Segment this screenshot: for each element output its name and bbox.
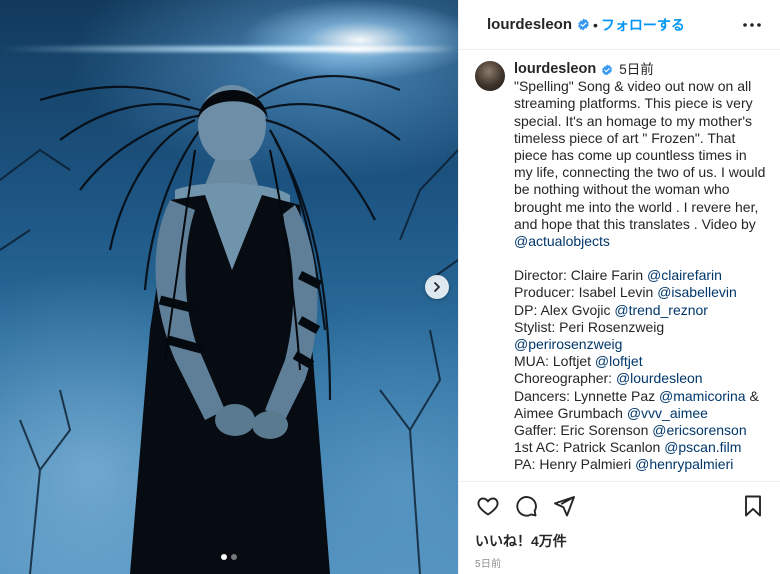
credit-label: 1st AC: Patrick Scanlon (514, 439, 665, 456)
share-button[interactable] (551, 493, 577, 519)
verified-badge-icon (578, 18, 589, 31)
follow-button[interactable]: フォローする (601, 15, 685, 35)
credit-label: Choreographer: (514, 370, 616, 387)
carousel-dot-active (221, 554, 227, 560)
comment-button[interactable] (513, 493, 539, 519)
credit-label: Director: Claire Farin (514, 267, 648, 284)
post-actions: いいね！4万件 5日前 (459, 481, 780, 574)
credit-line: Director: Claire Farin @clairefarin (514, 267, 768, 284)
caption: lourdesleon 5日前 "Spelling" Song & video … (514, 61, 768, 481)
credit-line: Producer: Isabel Levin @isabellevin (514, 284, 768, 301)
header-username-link[interactable]: lourdesleon (487, 16, 572, 33)
credit-label: Producer: Isabel Levin (514, 284, 658, 301)
mention-link[interactable]: @actualobjects (514, 233, 610, 249)
mention-link[interactable]: @clairefarin (647, 267, 722, 283)
comment-icon (516, 496, 537, 517)
caption-main-text: "Spelling" Song & video out now on all s… (514, 78, 768, 250)
credit-label: MUA: Loftjet (514, 353, 595, 370)
post-media[interactable] (0, 0, 458, 574)
mention-link[interactable]: @lourdesleon (616, 370, 703, 386)
credit-line: Choreographer: @lourdesleon (514, 370, 768, 387)
mention-link[interactable]: @henrypalmieri (635, 456, 733, 472)
mention-link[interactable]: @pscan.film (664, 439, 741, 455)
verified-badge-icon (602, 64, 613, 76)
likes-count[interactable]: いいね！4万件 (475, 531, 766, 551)
mention-link[interactable]: @loftjet (595, 353, 643, 369)
carousel-indicator (0, 554, 458, 560)
credit-line: PA: Henry Palmieri @henrypalmieri (514, 456, 768, 473)
credit-line: DP: Alex Gvojic @trend_reznor (514, 302, 768, 319)
mention-link[interactable]: @ericsorenson (652, 422, 746, 438)
credit-line: 1st AC: Patrick Scanlon @pscan.film (514, 439, 768, 456)
credit-line: MUA: Loftjet @loftjet (514, 353, 768, 370)
action-icons-row (475, 492, 766, 520)
more-options-button[interactable] (738, 11, 766, 39)
post-date: 5日前 (475, 559, 502, 570)
chevron-right-icon (434, 282, 440, 292)
caption-timestamp: 5日前 (619, 62, 654, 77)
mention-link[interactable]: @trend_reznor (614, 302, 708, 318)
next-slide-button[interactable] (425, 275, 449, 299)
mention-link[interactable]: @mamicorina (659, 388, 746, 404)
credit-line: Dancers: Lynnette Paz @mamicorina & Aime… (514, 388, 768, 422)
caption-header: lourdesleon 5日前 (514, 61, 768, 78)
credit-label: Stylist: Peri Rosenzweig (514, 318, 665, 335)
video-still-figure (0, 74, 458, 574)
post-side-panel: lourdesleon • フォローする lourdesleon 5日前 "Sp… (458, 0, 780, 574)
credit-label: Dancers: Lynnette Paz (514, 387, 660, 404)
credit-label: PA: Henry Palmieri (514, 456, 636, 473)
save-button[interactable] (740, 493, 766, 519)
more-horizontal-icon (743, 22, 761, 27)
post-header: lourdesleon • フォローする (459, 0, 780, 50)
mention-link[interactable]: @perirosenzweig (514, 336, 622, 352)
caption-body: "Spelling" Song & video out now on all s… (514, 78, 766, 232)
caption-username-link[interactable]: lourdesleon (514, 61, 596, 78)
credit-label: DP: Alex Gvojic (514, 301, 615, 318)
like-button[interactable] (475, 493, 501, 519)
carousel-dot (231, 554, 237, 560)
paper-plane-icon (554, 496, 575, 517)
credit-line: Stylist: Peri Rosenzweig @perirosenzweig (514, 319, 768, 353)
instagram-post: lourdesleon • フォローする lourdesleon 5日前 "Sp… (0, 0, 780, 574)
credit-line: Gaffer: Eric Sorenson @ericsorenson (514, 422, 768, 439)
caption-area: lourdesleon 5日前 "Spelling" Song & video … (459, 50, 780, 481)
bookmark-icon (745, 495, 761, 517)
header-separator: • (593, 16, 598, 33)
heart-icon (477, 497, 499, 516)
credit-label: Gaffer: Eric Sorenson (514, 422, 653, 439)
avatar[interactable] (475, 61, 505, 91)
mention-link[interactable]: @vvv_aimee (627, 405, 708, 421)
mention-link[interactable]: @isabellevin (657, 284, 737, 300)
